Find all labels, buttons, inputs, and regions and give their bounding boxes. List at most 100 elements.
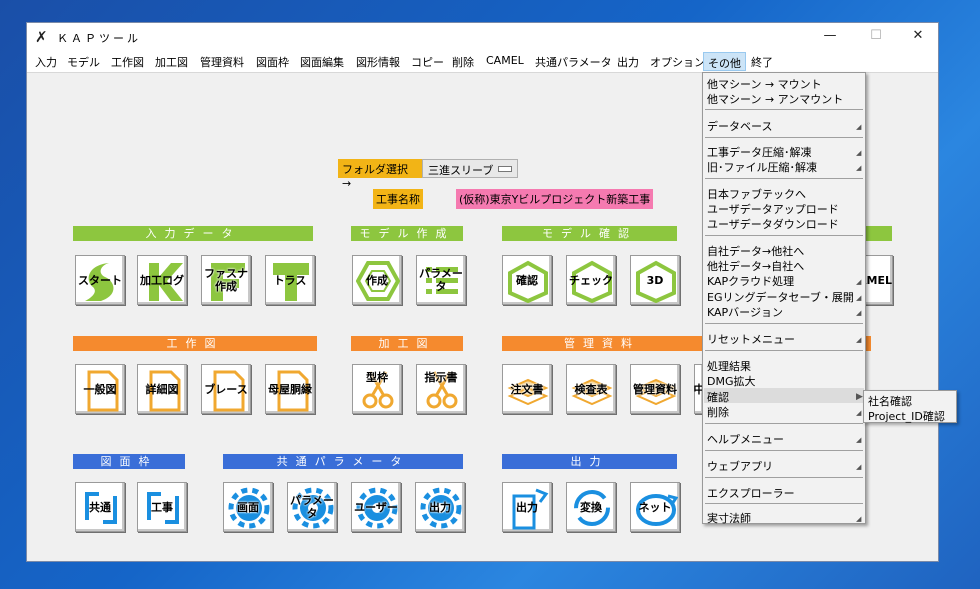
menu-delete[interactable]: 削除	[452, 54, 474, 70]
katawaku-label: 型枠	[366, 371, 388, 384]
zumenwaku-project-button[interactable]: 工事	[137, 482, 187, 532]
menu-input[interactable]: 入力	[35, 54, 57, 70]
model-3d-label: 3D	[646, 273, 664, 287]
menu-item-mount[interactable]: 他マシーン → マウント	[707, 76, 822, 92]
start-button[interactable]: スタート	[75, 255, 125, 305]
output-net-button[interactable]: ネット	[630, 482, 680, 532]
model-parameter-label: パラメータ	[419, 267, 463, 293]
menu-item-confirm[interactable]: 確認	[707, 389, 729, 405]
output-print-button[interactable]: 出力	[502, 482, 552, 532]
minimize-button[interactable]: —	[808, 23, 852, 51]
moya-douen-button[interactable]: 母屋胴縁	[265, 364, 315, 414]
menu-other[interactable]: その他	[703, 52, 746, 71]
menu-item-unmount[interactable]: 他マシーン → アンマウント	[707, 91, 843, 107]
model-parameter-button[interactable]: パラメータ	[416, 255, 466, 305]
inspection-label: 検査表	[574, 382, 608, 396]
section-header-kakouzu: 加工図	[351, 336, 463, 351]
folder-select-button[interactable]: フォルダ選択 →	[338, 159, 422, 190]
kanri-shiryou-button[interactable]: 管理資料	[630, 364, 680, 414]
menu-item-database[interactable]: データベース	[707, 118, 772, 134]
menu-zumen-edit[interactable]: 図面編集	[300, 54, 344, 70]
shousaizu-button[interactable]: 詳細図	[137, 364, 187, 414]
zumenwaku-common-button[interactable]: 共通	[75, 482, 125, 532]
menu-item-kap-cloud[interactable]: KAPクラウド処理	[707, 273, 794, 289]
window-title: ＫＡＰツール	[57, 32, 141, 45]
model-chk-label: チェック	[569, 273, 613, 287]
param-screen-button[interactable]: 画面	[223, 482, 273, 532]
brace-button[interactable]: ブレース	[201, 364, 251, 414]
menu-item-compress[interactable]: 工事データ圧縮･解凍	[707, 144, 812, 160]
param-user-button[interactable]: ユーザー	[351, 482, 401, 532]
menu-exit[interactable]: 終了	[751, 54, 773, 70]
menu-item-help[interactable]: ヘルプメニュー	[707, 431, 784, 447]
truss-button[interactable]: トラス	[265, 255, 315, 305]
order-button[interactable]: 注文書	[502, 364, 552, 414]
section-header-input-data: 入力データ	[73, 226, 313, 241]
menu-model[interactable]: モデル	[67, 54, 100, 70]
menu-item-webapp[interactable]: ウェブアプリ	[707, 458, 773, 474]
menu-kakouzu[interactable]: 加工図	[155, 54, 188, 70]
menu-item-kap-version[interactable]: KAPバージョン	[707, 304, 783, 320]
menu-copy[interactable]: コピー	[411, 54, 444, 70]
order-label: 注文書	[510, 382, 544, 396]
param-output-label: 出力	[429, 500, 451, 514]
maximize-button[interactable]: ☐	[854, 23, 898, 51]
zumenwaku-common-label: 共通	[89, 500, 111, 514]
submenu-arrow-icon: ◢	[856, 436, 862, 444]
menu-zukei-info[interactable]: 図形情報	[356, 54, 400, 70]
model-3d-button[interactable]: 3D	[630, 255, 680, 305]
menu-item-old-compress[interactable]: 旧･ファイル圧縮･解凍	[707, 159, 817, 175]
menu-bar: 入力 モデル 工作図 加工図 管理資料 図面枠 図面編集 図形情報 コピー 削除…	[27, 51, 938, 73]
param-parameter-button[interactable]: パラメータ	[287, 482, 337, 532]
katawaku-button[interactable]: 型枠	[352, 364, 402, 414]
menu-item-download[interactable]: ユーザデータダウンロード	[707, 216, 839, 232]
menu-item-other-to-own[interactable]: 他社データ→自社へ	[707, 258, 804, 274]
submenu-arrow-icon: ◢	[856, 294, 862, 302]
ippanzu-button[interactable]: 一般図	[75, 364, 125, 414]
output-net-label: ネット	[638, 500, 672, 514]
menu-separator	[705, 323, 863, 324]
output-convert-label: 変換	[580, 500, 602, 514]
fastener-create-button[interactable]: ファスナ 作成	[201, 255, 251, 305]
section-header-model-create: モデル作成	[351, 226, 463, 241]
menu-item-result[interactable]: 処理結果	[707, 358, 751, 374]
submenu-arrow-icon: ◢	[856, 149, 862, 157]
menu-common-params[interactable]: 共通パラメータ	[535, 54, 612, 70]
menu-item-explorer[interactable]: エクスプローラー	[707, 485, 795, 501]
model-create-button[interactable]: 作成	[352, 255, 402, 305]
close-button[interactable]: ✕	[896, 23, 940, 51]
kanri-shiryou-label: 管理資料	[633, 382, 677, 396]
menu-item-to-fabtec[interactable]: 日本ファブテックへ	[707, 186, 806, 202]
menu-item-dmg-zoom[interactable]: DMG拡大	[707, 373, 756, 389]
param-screen-label: 画面	[237, 500, 259, 514]
model-check-button[interactable]: 確認	[502, 255, 552, 305]
menu-item-jissun[interactable]: 実寸法師	[707, 510, 751, 526]
param-parameter-label: パラメータ	[290, 494, 334, 520]
menu-item-eg-ring[interactable]: EGリングデータセーブ・展開	[707, 289, 854, 305]
shijisho-label: 指示書	[424, 371, 458, 384]
kakou-log-button[interactable]: 加工ログ	[137, 255, 187, 305]
menu-option[interactable]: オプション	[650, 54, 705, 70]
submenu-item-company-confirm[interactable]: 社名確認	[868, 393, 912, 409]
menu-separator	[705, 450, 863, 451]
shijisho-button[interactable]: 指示書	[416, 364, 466, 414]
brace-label: ブレース	[204, 382, 248, 396]
project-label: 工事名称	[373, 189, 423, 209]
menu-output[interactable]: 出力	[617, 54, 639, 70]
param-output-button[interactable]: 出力	[415, 482, 465, 532]
inspection-button[interactable]: 検査表	[566, 364, 616, 414]
moya-douen-label: 母屋胴縁	[268, 382, 312, 396]
menu-zumenwaku[interactable]: 図面枠	[256, 54, 289, 70]
menu-separator	[705, 423, 863, 424]
output-convert-button[interactable]: 変換	[566, 482, 616, 532]
menu-item-delete[interactable]: 削除	[707, 404, 729, 420]
menu-item-reset[interactable]: リセットメニュー	[707, 331, 795, 347]
menu-kousakuzu[interactable]: 工作図	[111, 54, 144, 70]
menu-camel[interactable]: CAMEL	[486, 54, 524, 67]
menu-item-own-to-other[interactable]: 自社データ→他社へ	[707, 243, 804, 259]
menu-item-upload[interactable]: ユーザデータアップロード	[707, 201, 839, 217]
folder-select-dropdown[interactable]: 三進スリーブ	[422, 159, 518, 178]
submenu-item-project-id-confirm[interactable]: Project_ID確認	[868, 408, 945, 424]
model-chk-button[interactable]: チェック	[566, 255, 616, 305]
menu-kanri[interactable]: 管理資料	[200, 54, 244, 70]
